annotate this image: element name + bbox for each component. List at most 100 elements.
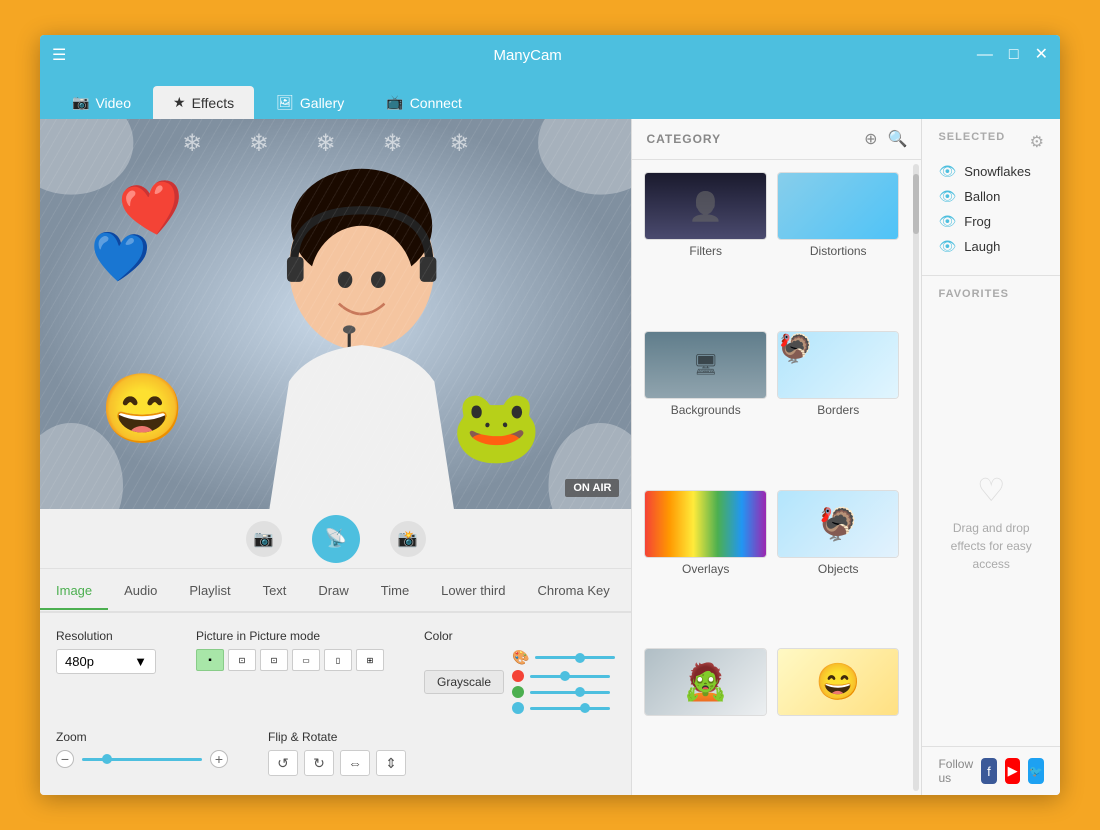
faces2-preview-icon: 😄 <box>816 661 861 703</box>
color-group: Color Grayscale 🎨 <box>424 629 615 714</box>
favorites-drop-area[interactable]: ♡ Drag and drop effects for easy access <box>938 310 1044 734</box>
color-label: Color <box>424 629 615 643</box>
camera-toggle-button[interactable]: 📷 <box>246 521 282 557</box>
eye-icon-ballon[interactable]: 👁 <box>938 188 956 205</box>
rotate-right-button[interactable]: ↻ <box>304 750 334 776</box>
search-category-button[interactable]: 🔍 <box>888 129 908 149</box>
filters-thumb: 👤 <box>644 172 767 240</box>
minimize-button[interactable]: — <box>977 47 993 63</box>
zoom-slider[interactable] <box>82 758 202 761</box>
tab-connect[interactable]: 📺 Connect <box>366 86 482 119</box>
eye-icon-frog[interactable]: 👁 <box>938 213 956 230</box>
snapshot-button[interactable]: 📸 <box>390 521 426 557</box>
cyan-dot <box>512 702 524 714</box>
category-item-filters[interactable]: 👤 Filters <box>644 172 767 321</box>
tab-draw[interactable]: Draw <box>302 573 364 610</box>
overlays-preview <box>645 491 766 557</box>
backgrounds-label: Backgrounds <box>671 403 741 417</box>
selected-item-laugh: 👁 Laugh <box>938 238 1044 255</box>
flip-label: Flip & Rotate <box>268 730 406 744</box>
menu-icon[interactable]: ☰ <box>52 45 66 65</box>
flip-horizontal-button[interactable]: ⇔ <box>340 750 370 776</box>
faces1-thumb: 🧟 <box>644 648 767 716</box>
category-item-faces1[interactable]: 🧟 <box>644 648 767 783</box>
connect-tab-icon: 📺 <box>386 94 403 111</box>
pip-side-button[interactable]: ▯ <box>324 649 352 671</box>
selected-title: SELECTED <box>938 131 1005 143</box>
category-actions: ⊕ 🔍 <box>864 129 907 149</box>
twitter-button[interactable]: 🐦 <box>1028 758 1044 784</box>
eye-icon-snowflakes[interactable]: 👁 <box>938 163 956 180</box>
connect-tab-label: Connect <box>410 95 462 111</box>
distortions-preview <box>778 173 899 239</box>
grayscale-button[interactable]: Grayscale <box>424 670 504 694</box>
category-scroll-container: 👤 Filters Distortions <box>632 160 921 795</box>
category-item-overlays[interactable]: Overlays <box>644 490 767 639</box>
maximize-button[interactable]: □ <box>1009 47 1019 63</box>
tab-effects[interactable]: ★ Effects <box>153 86 254 119</box>
backgrounds-thumb: 🖥 <box>644 331 767 399</box>
pip-topright-button[interactable]: ⊡ <box>260 649 288 671</box>
tab-video[interactable]: 📷 Video <box>52 86 151 119</box>
red-slider[interactable] <box>530 675 610 678</box>
green-slider-row <box>512 686 615 698</box>
pip-fullscreen-button[interactable]: ▪ <box>196 649 224 671</box>
zoom-group: Zoom − + <box>56 730 228 776</box>
pip-topleft-button[interactable]: ⊡ <box>228 649 256 671</box>
cyan-slider[interactable] <box>530 707 610 710</box>
category-item-objects[interactable]: 🦃 Objects <box>777 490 900 639</box>
tab-time[interactable]: Time <box>365 573 425 610</box>
flip-vertical-button[interactable]: ⇕ <box>376 750 406 776</box>
filter-icon[interactable]: ⚙ <box>1030 132 1044 152</box>
green-slider[interactable] <box>530 691 610 694</box>
pip-label: Picture in Picture mode <box>196 629 384 643</box>
pip-half-button[interactable]: ▭ <box>292 649 320 671</box>
tab-gallery[interactable]: 🖼 Gallery <box>256 86 364 119</box>
red-slider-row <box>512 670 615 682</box>
zoom-out-button[interactable]: − <box>56 750 74 768</box>
category-item-distortions[interactable]: Distortions <box>777 172 900 321</box>
red-dot <box>512 670 524 682</box>
video-preview: ❤️ 💙 😄 🐸 ON AIR <box>40 119 631 509</box>
app-window: ☰ ManyCam — □ ✕ 📷 Video ★ Effects 🖼 Gall… <box>40 35 1060 795</box>
selected-snowflakes-label: Snowflakes <box>964 164 1030 179</box>
resolution-group: Resolution 480p ▼ <box>56 629 156 714</box>
tab-image[interactable]: Image <box>40 573 108 610</box>
category-item-borders[interactable]: 🦃 Borders <box>777 331 900 480</box>
category-item-faces2[interactable]: 😄 <box>777 648 900 783</box>
close-button[interactable]: ✕ <box>1035 47 1048 63</box>
resolution-dropdown[interactable]: 480p ▼ <box>56 649 156 674</box>
selected-section: SELECTED ⚙ 👁 Snowflakes 👁 Ballon 👁 Frog … <box>922 119 1060 276</box>
rotate-left-button[interactable]: ↺ <box>268 750 298 776</box>
category-grid: 👤 Filters Distortions <box>632 160 911 795</box>
selected-item-frog: 👁 Frog <box>938 213 1044 230</box>
facebook-button[interactable]: f <box>981 758 997 784</box>
borders-label: Borders <box>817 403 859 417</box>
broadcast-button[interactable]: 📡 <box>312 515 360 563</box>
tab-lower-third[interactable]: Lower third <box>425 573 521 610</box>
category-item-backgrounds[interactable]: 🖥 Backgrounds <box>644 331 767 480</box>
pip-grid-button[interactable]: ⊞ <box>356 649 384 671</box>
follow-label: Follow us <box>938 757 973 785</box>
resolution-select-container: 480p ▼ <box>56 649 156 674</box>
youtube-button[interactable]: ▶ <box>1005 758 1021 784</box>
selected-item-ballon: 👁 Ballon <box>938 188 1044 205</box>
tab-text[interactable]: Text <box>247 573 303 610</box>
color-palette-icon: 🎨 <box>512 649 529 666</box>
color-overall-slider[interactable] <box>535 656 615 659</box>
tab-audio[interactable]: Audio <box>108 573 173 610</box>
zoom-in-button[interactable]: + <box>210 750 228 768</box>
eye-icon-laugh[interactable]: 👁 <box>938 238 956 255</box>
add-category-button[interactable]: ⊕ <box>864 129 877 149</box>
favorites-title: FAVORITES <box>938 288 1044 300</box>
tab-playlist[interactable]: Playlist <box>173 573 246 610</box>
settings-row-2: Zoom − + Flip & Rotate ↺ <box>56 730 615 776</box>
app-title: ManyCam <box>78 47 977 64</box>
settings-panel: Resolution 480p ▼ Picture in Picture mod… <box>40 613 631 795</box>
tab-chroma-key[interactable]: Chroma Key <box>521 573 625 610</box>
resolution-label: Resolution <box>56 629 156 643</box>
nav-tabs: 📷 Video ★ Effects 🖼 Gallery 📺 Connect <box>40 75 1060 119</box>
center-panel: CATEGORY ⊕ 🔍 👤 Filters <box>632 119 922 795</box>
right-panel: SELECTED ⚙ 👁 Snowflakes 👁 Ballon 👁 Frog … <box>922 119 1060 795</box>
category-scrollbar[interactable] <box>913 164 919 791</box>
